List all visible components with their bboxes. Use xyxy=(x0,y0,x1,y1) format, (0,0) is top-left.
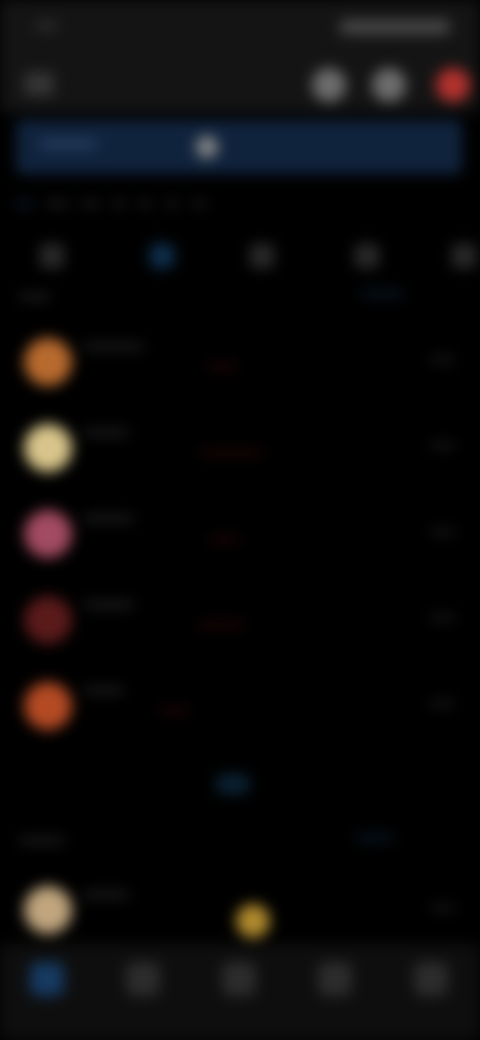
nav-chip[interactable]: ••• xyxy=(139,197,152,215)
status-time: •••• xyxy=(36,18,58,35)
item-value: ••••• xyxy=(431,438,454,453)
nav-chip[interactable]: ••• xyxy=(113,197,126,215)
add-icon[interactable] xyxy=(222,962,256,996)
list-item[interactable]: ••••••••• ••••• xyxy=(0,872,480,944)
item-value: ••••• xyxy=(431,524,454,539)
explore-icon[interactable] xyxy=(126,962,160,996)
filter-tab-icon[interactable] xyxy=(452,244,476,268)
system-icons xyxy=(340,20,450,34)
menu-icon[interactable] xyxy=(24,70,54,100)
profile-icon[interactable] xyxy=(414,962,448,996)
item-name: •••••••••• xyxy=(84,596,134,612)
item-name: •••••••••••• xyxy=(84,338,143,354)
app-header xyxy=(0,56,480,112)
status-badge: ••••••• xyxy=(208,360,238,374)
item-value: ••••• xyxy=(431,352,454,367)
nav-chip[interactable]: ••• xyxy=(166,197,179,215)
item-name: •••••••• xyxy=(84,682,124,698)
section-see-all-link[interactable]: ••••••••• xyxy=(362,286,403,301)
bottom-navigation xyxy=(0,944,480,1040)
status-badge: ••••••• xyxy=(210,532,240,546)
notifications-icon[interactable] xyxy=(372,68,406,102)
nav-chip[interactable]: •••• xyxy=(82,197,99,215)
avatar xyxy=(24,886,72,934)
item-value: ••••• xyxy=(431,900,454,915)
banner-icon xyxy=(196,136,218,158)
avatar xyxy=(24,596,72,644)
nav-chip[interactable]: •••• xyxy=(16,197,33,215)
avatar xyxy=(24,682,72,730)
list-item[interactable]: •••••••••••• ••••••• ••••• xyxy=(0,324,480,410)
search-icon[interactable] xyxy=(312,68,346,102)
list-item[interactable]: •••••••••• ••••••• ••••• xyxy=(0,496,480,582)
item-name: •••••••••• xyxy=(84,510,134,526)
load-more-indicator[interactable] xyxy=(216,774,250,794)
badge-icon xyxy=(236,904,270,938)
status-bar: •••• xyxy=(0,0,480,56)
item-name: ••••••••• xyxy=(84,886,129,902)
filter-tab-icon[interactable] xyxy=(355,244,379,268)
list-item[interactable]: ••••••••• ••••••••••••••• ••••• xyxy=(0,410,480,496)
status-badge: ••••••••••• xyxy=(198,618,245,632)
category-nav: •••• ••••• •••• ••• ••• ••• ••• xyxy=(16,192,480,220)
nav-chip[interactable]: ••••• xyxy=(47,197,68,215)
filter-tab-icon[interactable] xyxy=(40,244,64,268)
section-title: ••••••••• xyxy=(20,832,65,848)
avatar xyxy=(24,338,72,386)
section-title: •••••• xyxy=(20,288,50,304)
status-badge: ••••••• xyxy=(160,704,190,718)
filter-tab-icon[interactable] xyxy=(250,244,274,268)
section-see-all-link[interactable]: •••••••• xyxy=(356,830,392,845)
messages-icon[interactable] xyxy=(318,962,352,996)
avatar xyxy=(24,510,72,558)
item-value: ••••• xyxy=(431,696,454,711)
home-icon[interactable] xyxy=(30,962,64,996)
item-name: ••••••••• xyxy=(84,424,129,440)
app-screen: •••• •••••••••• •••• ••••• •••• ••• ••• … xyxy=(0,0,480,1040)
status-badge: ••••••••••••••• xyxy=(200,446,264,460)
filter-tab-icon[interactable] xyxy=(150,244,174,268)
item-value: ••••• xyxy=(431,610,454,625)
profile-avatar-button[interactable] xyxy=(436,68,470,102)
list-item[interactable]: •••••••••• ••••••••••• ••••• xyxy=(0,582,480,668)
banner-text: •••••••••• xyxy=(40,136,97,153)
info-banner[interactable]: •••••••••• xyxy=(16,120,462,174)
list-item[interactable]: •••••••• ••••••• ••••• xyxy=(0,668,480,754)
filter-tabs xyxy=(0,238,480,278)
avatar xyxy=(24,424,72,472)
nav-chip[interactable]: ••• xyxy=(192,197,205,215)
